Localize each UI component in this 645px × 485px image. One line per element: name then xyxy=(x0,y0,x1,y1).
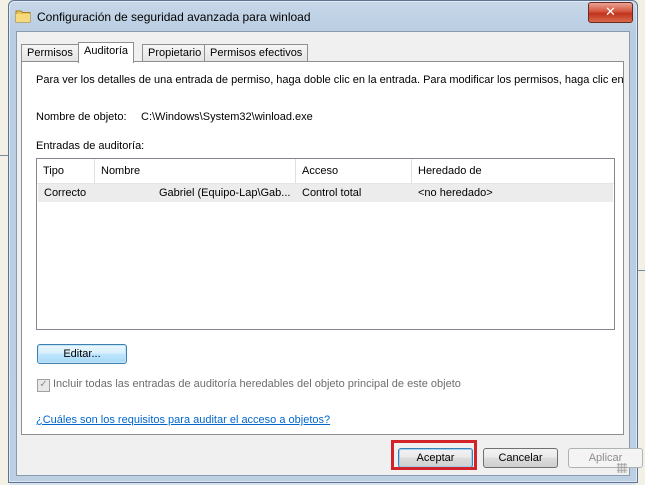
audit-requirements-link[interactable]: ¿Cuáles son los requisitos para auditar … xyxy=(36,414,330,426)
tab-panel-auditoria: Para ver los detalles de una entrada de … xyxy=(21,61,624,435)
column-header-acceso[interactable]: Acceso xyxy=(296,159,412,183)
include-inherited-checkbox[interactable]: ✓ xyxy=(37,379,50,392)
window-title: Configuración de seguridad avanzada para… xyxy=(37,10,311,24)
tab-permisos[interactable]: Permisos xyxy=(21,44,79,62)
column-header-heredado[interactable]: Heredado de xyxy=(412,159,614,183)
cell-acceso: Control total xyxy=(302,187,362,199)
ok-button-highlight xyxy=(391,440,477,470)
apply-button[interactable]: Aplicar xyxy=(568,448,643,468)
object-name-value: C:\Windows\System32\winload.exe xyxy=(141,111,313,123)
tab-propietario[interactable]: Propietario xyxy=(142,44,208,62)
audit-entries-label: Entradas de auditoría: xyxy=(36,140,145,152)
tab-permisos-efectivos[interactable]: Permisos efectivos xyxy=(204,44,309,62)
table-row[interactable]: Correcto Gabriel (Equipo-Lap\Gab... Cont… xyxy=(38,184,613,202)
cell-nombre: Gabriel (Equipo-Lap\Gab... xyxy=(159,187,291,199)
resize-grip[interactable] xyxy=(617,463,627,473)
dialog-window: Configuración de seguridad avanzada para… xyxy=(8,0,643,483)
cell-tipo: Correcto xyxy=(44,187,87,199)
cell-heredado: <no heredado> xyxy=(418,187,493,199)
title-bar[interactable]: Configuración de seguridad avanzada para… xyxy=(9,1,637,33)
cancel-button[interactable]: Cancelar xyxy=(483,448,558,468)
column-header-tipo[interactable]: Tipo xyxy=(37,159,95,183)
close-button[interactable]: ✕ xyxy=(588,2,633,23)
column-header-nombre[interactable]: Nombre xyxy=(95,159,296,183)
background-line xyxy=(0,155,8,156)
folder-icon xyxy=(15,10,31,23)
list-header: Tipo Nombre Acceso Heredado de xyxy=(37,159,614,184)
edit-button[interactable]: Editar... xyxy=(37,344,127,364)
tab-auditoria[interactable]: Auditoría xyxy=(78,42,135,63)
instructions-text: Para ver los detalles de una entrada de … xyxy=(36,74,624,86)
include-inherited-label: Incluir todas las entradas de auditoría … xyxy=(53,378,461,390)
object-name-label: Nombre de objeto: xyxy=(36,111,127,123)
audit-entries-list[interactable]: Tipo Nombre Acceso Heredado de Correcto … xyxy=(36,158,615,330)
dialog-client-area: Permisos Auditoría Propietario Permisos … xyxy=(16,31,643,476)
